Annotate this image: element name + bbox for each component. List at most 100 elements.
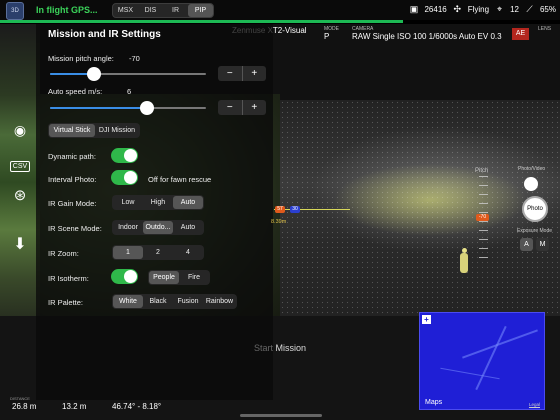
ir-palette-selector[interactable]: White Black Fusion Rainbow: [112, 294, 237, 309]
palette-fusion[interactable]: Fusion: [173, 295, 203, 308]
photos-remaining: 26416: [424, 4, 447, 14]
horizon-center-tag: 30: [290, 206, 300, 213]
pitch-slider-knob[interactable]: [86, 67, 101, 81]
photo-shutter-button[interactable]: Photo: [522, 196, 548, 222]
pitch-stepper[interactable]: − +: [218, 66, 266, 81]
ir-scene-auto[interactable]: Auto: [173, 221, 203, 234]
auto-speed-slider[interactable]: [50, 101, 206, 115]
exposure-auto[interactable]: A: [520, 238, 533, 251]
grid-path-icon[interactable]: ⊛: [8, 186, 32, 204]
interval-photo-note: Off for fawn rescue: [148, 175, 212, 184]
ir-zoom-4[interactable]: 4: [173, 246, 203, 259]
horizon-heading-tag: 57: [275, 206, 285, 213]
ir-isotherm-label: IR Isotherm:: [48, 274, 89, 283]
isotherm-fire[interactable]: Fire: [179, 271, 209, 284]
interval-photo-label: Interval Photo:: [48, 175, 97, 184]
speed-minus-button[interactable]: −: [218, 100, 243, 115]
sd-card-icon: ▣: [409, 4, 419, 14]
pitch-gauge-label: Pitch: [475, 168, 489, 174]
ir-scene-label: IR Scene Mode:: [48, 224, 102, 233]
exposure-mode-selector[interactable]: A M: [520, 238, 549, 251]
palette-rainbow[interactable]: Rainbow: [203, 295, 236, 308]
photo-video-label: Photo/Video: [518, 166, 546, 172]
thermal-camera-view: [280, 100, 560, 340]
camera-mode-pip[interactable]: PIP: [188, 4, 213, 17]
mission-virtual-stick[interactable]: Virtual Stick: [49, 124, 95, 137]
ir-isotherm-toggle[interactable]: [111, 269, 138, 284]
ae-lock-badge[interactable]: AE: [512, 28, 529, 40]
camera-mode-dis[interactable]: DIS: [138, 4, 163, 17]
pitch-angle-slider[interactable]: [50, 67, 206, 81]
ir-scene-selector[interactable]: Indoor Outdo... Auto: [112, 220, 204, 235]
pitch-gauge-scale: [479, 176, 488, 266]
download-arrow-icon[interactable]: ⬇: [8, 234, 32, 254]
exposure-manual[interactable]: M: [536, 238, 549, 251]
camera-mode-selector[interactable]: MSX DIS IR PIP: [112, 3, 214, 18]
altitude-value: 13.2 m: [62, 402, 87, 411]
panel-title: Mission and IR Settings: [48, 29, 161, 40]
flight-status-text: In flight GPS...: [36, 5, 98, 15]
satellite-count: 12: [510, 4, 519, 14]
distance-label: DISTANCE: [10, 396, 30, 401]
battery-percent: 65%: [539, 4, 556, 14]
ir-gain-high[interactable]: High: [143, 196, 173, 209]
app-3d-icon[interactable]: 3D: [6, 2, 24, 20]
speed-slider-fill: [50, 107, 147, 109]
home-indicator: [240, 414, 322, 417]
ir-zoom-label: IR Zoom:: [48, 249, 79, 258]
compass-icon[interactable]: ◉: [8, 122, 32, 139]
flight-mode: Flying: [467, 4, 490, 14]
top-status-bar: 3D In flight GPS... MSX DIS IR PIP ▣ 264…: [0, 0, 560, 20]
ir-gain-auto[interactable]: Auto: [173, 196, 203, 209]
exposure-mode-label: Exposure Mode: [517, 228, 553, 234]
satellite-icon: ⌖: [497, 4, 503, 14]
isotherm-people[interactable]: People: [149, 271, 179, 284]
maps-logo: Maps: [425, 399, 443, 406]
mission-type-selector[interactable]: Virtual Stick DJI Mission: [48, 123, 140, 138]
ir-zoom-1[interactable]: 1: [113, 246, 143, 259]
pitch-angle-label: Mission pitch angle:: [48, 54, 114, 63]
status-indicators: ▣ 26416 ✣ Flying ⌖ 12 ⟋ 65%: [408, 4, 556, 14]
map-legal-link[interactable]: Legal: [529, 402, 540, 407]
isotherm-target-selector[interactable]: People Fire: [148, 270, 210, 285]
camera-mode-msx[interactable]: MSX: [113, 4, 138, 17]
camera-mode-info: MODE P: [324, 26, 339, 41]
auto-speed-value: 6: [127, 87, 132, 96]
csv-button[interactable]: CSV: [8, 161, 32, 172]
progress-bar: [0, 20, 404, 23]
camera-mode-ir[interactable]: IR: [163, 4, 188, 17]
ir-scene-outdoor[interactable]: Outdo...: [143, 221, 173, 234]
speed-slider-knob[interactable]: [139, 101, 154, 115]
ir-zoom-selector[interactable]: 1 2 4: [112, 245, 204, 260]
interval-photo-toggle[interactable]: [111, 170, 138, 185]
photo-video-switch[interactable]: [524, 177, 538, 191]
dynamic-path-toggle[interactable]: [111, 148, 138, 163]
speed-stepper[interactable]: − +: [218, 100, 266, 115]
ir-gain-selector[interactable]: Low High Auto: [112, 195, 204, 210]
horizon-line: [274, 209, 350, 210]
detected-person-marker: [459, 248, 469, 274]
signal-icon: ⟋: [526, 4, 533, 14]
map-expand-button[interactable]: +: [422, 315, 431, 324]
dynamic-path-label: Dynamic path:: [48, 152, 96, 161]
lens-info: LENS: [538, 26, 552, 32]
ir-scene-indoor[interactable]: Indoor: [113, 221, 143, 234]
start-mission-button[interactable]: Start Mission: [254, 343, 306, 353]
coordinates-value: 46.74° - 8.18°: [112, 402, 162, 411]
pitch-gauge-value: -70: [476, 214, 489, 221]
ir-gain-label: IR Gain Mode:: [48, 199, 97, 208]
pitch-minus-button[interactable]: −: [218, 66, 243, 81]
ir-palette-label: IR Palette:: [48, 298, 84, 307]
palette-black[interactable]: Black: [143, 295, 173, 308]
pitch-angle-value: -70: [129, 54, 140, 63]
drone-icon: ✣: [453, 4, 461, 14]
palette-white[interactable]: White: [113, 295, 143, 308]
camera-settings-info: CAMERA RAW Single ISO 100 1/6000s Auto EV…: [352, 26, 502, 41]
speed-plus-button[interactable]: +: [243, 100, 267, 115]
mission-dji-mission[interactable]: DJI Mission: [95, 124, 139, 137]
ir-zoom-2[interactable]: 2: [143, 246, 173, 259]
mission-settings-panel: Mission and IR Settings Mission pitch an…: [36, 24, 273, 400]
ir-gain-low[interactable]: Low: [113, 196, 143, 209]
mini-map[interactable]: + Maps Legal: [419, 312, 545, 410]
pitch-plus-button[interactable]: +: [243, 66, 267, 81]
